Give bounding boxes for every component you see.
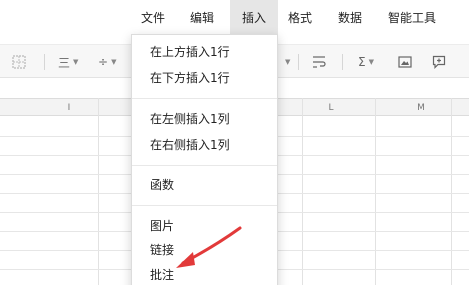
sum-symbol: Σ: [358, 55, 366, 69]
grid-line: [375, 98, 376, 285]
menu-item-insert-row-below[interactable]: 在下方插入1行: [132, 66, 277, 90]
border-icon[interactable]: [12, 53, 26, 71]
grid-line: [451, 98, 452, 285]
menu-divider: [132, 165, 277, 166]
menu-insert[interactable]: 插入: [230, 0, 278, 36]
comment-icon[interactable]: [432, 53, 446, 71]
menu-item-image[interactable]: 图片: [132, 214, 277, 238]
menu-item-function[interactable]: 函数: [132, 173, 277, 197]
image-icon-svg: [398, 56, 412, 68]
toolbar-divider: [342, 54, 343, 70]
menu-item-link[interactable]: 链接: [132, 238, 277, 262]
wrap-text-icon[interactable]: [312, 53, 326, 71]
chevron-down-icon: ▼: [285, 58, 291, 66]
menu-item-insert-column-left[interactable]: 在左侧插入1列: [132, 107, 277, 131]
menu-item-insert-row-above[interactable]: 在上方插入1行: [132, 40, 277, 64]
chevron-down-icon: ▼: [111, 58, 117, 66]
menu-data[interactable]: 数据: [330, 0, 370, 36]
menu-smart-tools[interactable]: 智能工具: [380, 0, 444, 36]
menu-item-comment[interactable]: 批注: [132, 263, 277, 285]
divide-symbol: ÷: [98, 55, 109, 69]
sum-icon[interactable]: Σ ▼: [358, 53, 374, 71]
align-symbol: 三: [58, 55, 71, 70]
grid-line: [302, 98, 303, 285]
border-icon-svg: [12, 55, 26, 69]
chevron-down-icon: ▼: [73, 58, 79, 66]
image-icon[interactable]: [398, 53, 412, 71]
menu-format[interactable]: 格式: [280, 0, 320, 36]
align-icon[interactable]: 三 ▼: [58, 53, 78, 71]
menu-divider: [132, 98, 277, 99]
menu-edit[interactable]: 编辑: [182, 0, 222, 36]
chevron-down-icon: ▼: [368, 58, 374, 66]
toolbar-divider: [44, 54, 45, 70]
wrap-text-icon-svg: [313, 56, 326, 68]
caret-icon[interactable]: ▼: [282, 53, 290, 71]
column-letter-m[interactable]: M: [392, 99, 450, 117]
menu-item-insert-column-right[interactable]: 在右侧插入1列: [132, 133, 277, 157]
menu-divider: [132, 205, 277, 206]
toolbar-divider: [298, 54, 299, 70]
column-letter-i[interactable]: I: [40, 99, 98, 117]
comment-icon-svg: [432, 55, 446, 69]
column-letter-l[interactable]: L: [302, 99, 360, 117]
grid-line: [98, 98, 99, 285]
menu-file[interactable]: 文件: [134, 0, 172, 36]
divide-icon[interactable]: ÷ ▼: [98, 53, 116, 71]
menubar: 文件 编辑 插入 格式 数据 智能工具: [0, 0, 469, 36]
insert-dropdown-menu: 在上方插入1行 在下方插入1行 在左侧插入1列 在右侧插入1列 函数 图片 链接…: [131, 34, 278, 285]
